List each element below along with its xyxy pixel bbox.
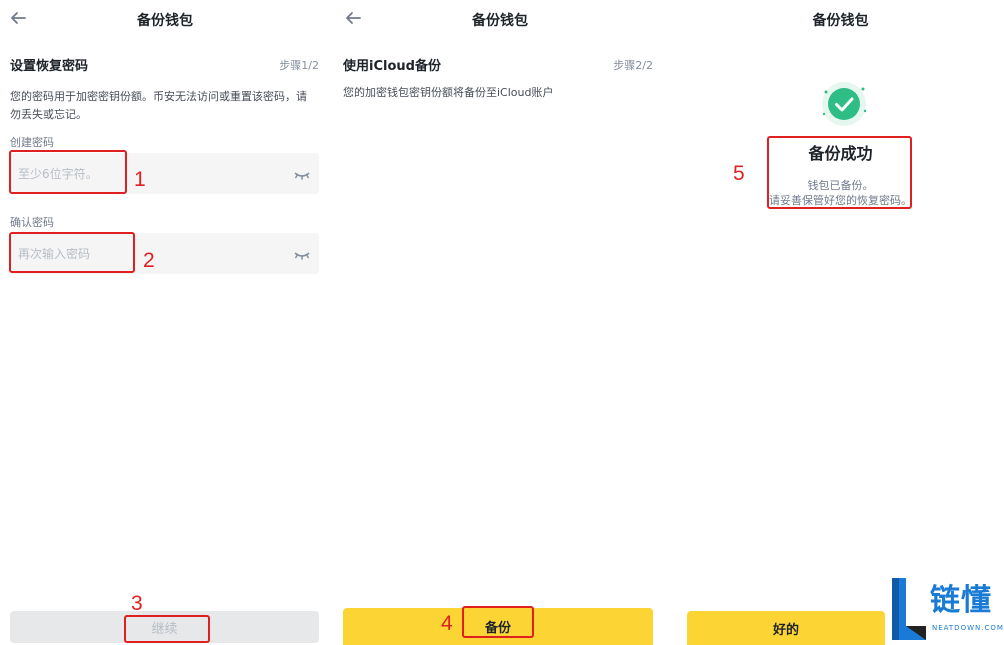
annotation-number-3: 3 xyxy=(131,592,143,615)
section-title: 使用iCloud备份 xyxy=(343,59,441,74)
create-password-field xyxy=(10,153,319,194)
eye-off-icon[interactable] xyxy=(293,245,311,263)
ok-button[interactable]: 好的 xyxy=(687,611,885,645)
logo-l-icon xyxy=(890,576,928,642)
description: 您的加密钱包密钥份额将备份至iCloud账户 xyxy=(343,86,554,99)
page-title: 备份钱包 xyxy=(137,13,193,29)
screenshot-root: 备份钱包 设置恢复密码 步骤1/2 您的密码用于加密密钥份额。币安无法访问或重置… xyxy=(0,0,1004,645)
page-title: 备份钱包 xyxy=(472,13,528,29)
continue-button[interactable]: 继续 xyxy=(10,611,319,643)
icloud-backup-screen: 备份钱包 使用iCloud备份 步骤2/2 您的加密钱包密钥份额将备份至iClo… xyxy=(335,0,665,645)
create-password-input[interactable] xyxy=(18,153,278,194)
set-password-screen: 备份钱包 设置恢复密码 步骤1/2 您的密码用于加密密钥份额。币安无法访问或重置… xyxy=(0,0,330,645)
watermark-domain: NEATDOWN.COM xyxy=(932,624,1004,632)
step-indicator: 步骤2/2 xyxy=(613,59,653,72)
confirm-password-field xyxy=(10,233,319,274)
step-indicator: 步骤1/2 xyxy=(279,59,319,72)
watermark-logo: 链懂 NEATDOWN.COM xyxy=(888,574,1004,645)
annotation-number-1: 1 xyxy=(134,168,146,191)
success-message: 请妥善保管好您的恢复密码。 xyxy=(769,194,912,207)
description-line: 您的密码用于加密密钥份额。币安无法访问或重置该密码，请 xyxy=(10,90,307,103)
annotation-number-5: 5 xyxy=(733,162,745,185)
create-password-label: 创建密码 xyxy=(10,136,54,149)
watermark-name: 链懂 xyxy=(930,583,992,618)
description-line: 勿丢失或忘记。 xyxy=(10,108,87,121)
annotation-number-4: 4 xyxy=(441,612,453,635)
confirm-password-label: 确认密码 xyxy=(10,216,54,229)
success-check-icon xyxy=(820,80,868,128)
backup-button[interactable]: 备份 xyxy=(343,608,653,645)
section-title: 设置恢复密码 xyxy=(10,59,89,74)
success-message: 钱包已备份。 xyxy=(807,179,874,192)
annotation-number-2: 2 xyxy=(143,249,155,272)
page-title: 备份钱包 xyxy=(812,13,869,29)
eye-off-icon[interactable] xyxy=(293,165,311,183)
success-title: 备份成功 xyxy=(808,144,873,163)
description: 您的密码用于加密密钥份额。币安无法访问或重置该密码，请 勿丢失或忘记。 xyxy=(10,88,325,124)
